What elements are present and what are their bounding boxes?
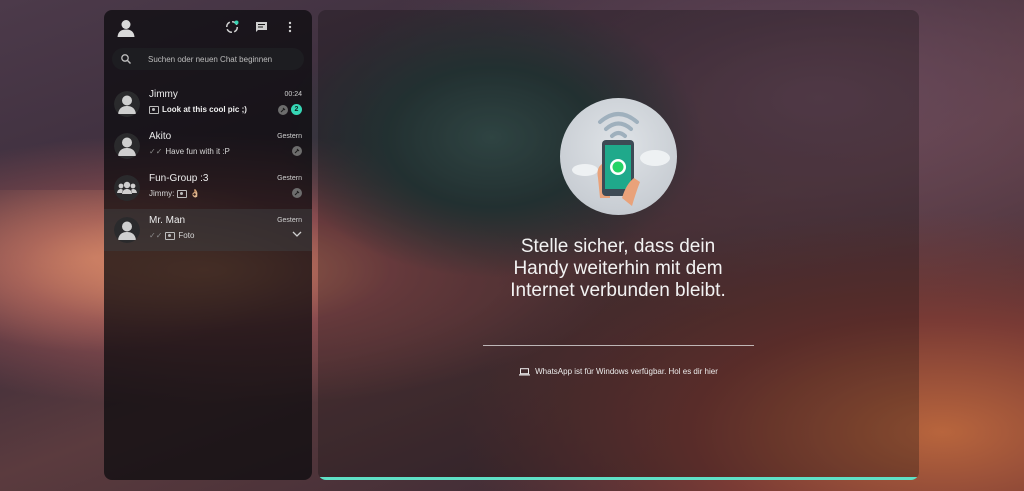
chat-preview: Look at this cool pic ;) (149, 105, 247, 114)
message-line: Stelle sicher, dass dein (520, 236, 716, 257)
double-check-icon: ✓✓ (149, 147, 163, 156)
pin-icon (292, 188, 302, 198)
message-line: Internet verbunden bleibt. (510, 280, 726, 301)
chat-indicators (292, 230, 302, 238)
chat-item-fun-group[interactable]: Fun-Group :3 Gestern Jimmy: 👌🏼 (104, 167, 312, 209)
contact-avatar-icon (114, 133, 140, 159)
chat-indicators (292, 188, 302, 198)
chat-list: Jimmy 00:24 Look at this cool pic ;) 2 A… (104, 83, 312, 251)
menu-icon[interactable] (282, 19, 298, 35)
windows-download-link[interactable]: WhatsApp ist für Windows verfügbar. Hol … (318, 367, 919, 376)
chat-item-akito[interactable]: Akito Gestern ✓✓ Have fun with it :P (104, 125, 312, 167)
windows-note-text: WhatsApp ist für Windows verfügbar. Hol … (535, 367, 718, 376)
double-check-icon: ✓✓ (149, 231, 163, 240)
chat-name: Fun-Group :3 (149, 173, 209, 184)
chat-time: 00:24 (284, 91, 302, 98)
camera-icon (165, 231, 176, 240)
search-bar (112, 48, 304, 70)
chat-preview: Jimmy: 👌🏼 (149, 189, 200, 198)
laptop-icon (519, 367, 531, 375)
phone-connection-illustration (560, 98, 677, 215)
camera-icon (177, 189, 188, 198)
unread-badge: 2 (291, 104, 302, 115)
phone-wifi-icon (572, 112, 670, 206)
chat-preview-text: Foto (178, 231, 195, 240)
chat-indicators: 2 (278, 104, 302, 115)
chat-emoji: 👌🏼 (190, 189, 201, 198)
chat-indicators (292, 146, 302, 156)
chat-sidebar: Jimmy 00:24 Look at this cool pic ;) 2 A… (104, 10, 312, 480)
contact-avatar-icon (114, 217, 140, 243)
chat-time: Gestern (277, 133, 302, 140)
progress-bar (318, 477, 919, 480)
sidebar-header (104, 10, 312, 44)
chat-time: Gestern (277, 217, 302, 224)
chat-sender: Jimmy: (149, 189, 175, 198)
status-icon[interactable] (224, 19, 240, 35)
group-avatar-icon (114, 175, 140, 201)
chat-name: Mr. Man (149, 215, 186, 226)
chat-preview: ✓✓ Foto (149, 231, 194, 240)
pin-icon (278, 104, 288, 115)
chat-preview-text: Look at this cool pic ;) (162, 105, 247, 114)
chat-name: Jimmy (149, 89, 178, 100)
search-input[interactable] (148, 52, 298, 66)
chat-item-mr-man[interactable]: Mr. Man Gestern ✓✓ Foto (104, 209, 312, 251)
camera-icon (149, 105, 159, 114)
new-chat-icon[interactable] (253, 19, 269, 35)
pin-icon (292, 146, 302, 156)
divider (483, 345, 754, 346)
connection-message: Stelle sicher, dass dein Handy weiterhin… (418, 236, 818, 302)
chat-name: Akito (149, 131, 172, 142)
chevron-down-icon[interactable] (292, 230, 302, 238)
chat-item-jimmy[interactable]: Jimmy 00:24 Look at this cool pic ;) 2 (104, 83, 312, 125)
message-line: Handy weiterhin mit dem (513, 258, 723, 279)
avatar-icon[interactable] (116, 18, 136, 38)
contact-avatar-icon (114, 91, 140, 117)
chat-preview-text: Have fun with it :P (165, 147, 230, 156)
main-panel: Stelle sicher, dass dein Handy weiterhin… (318, 10, 919, 480)
search-icon (121, 54, 131, 64)
chat-preview: ✓✓ Have fun with it :P (149, 147, 230, 156)
chat-time: Gestern (277, 175, 302, 182)
